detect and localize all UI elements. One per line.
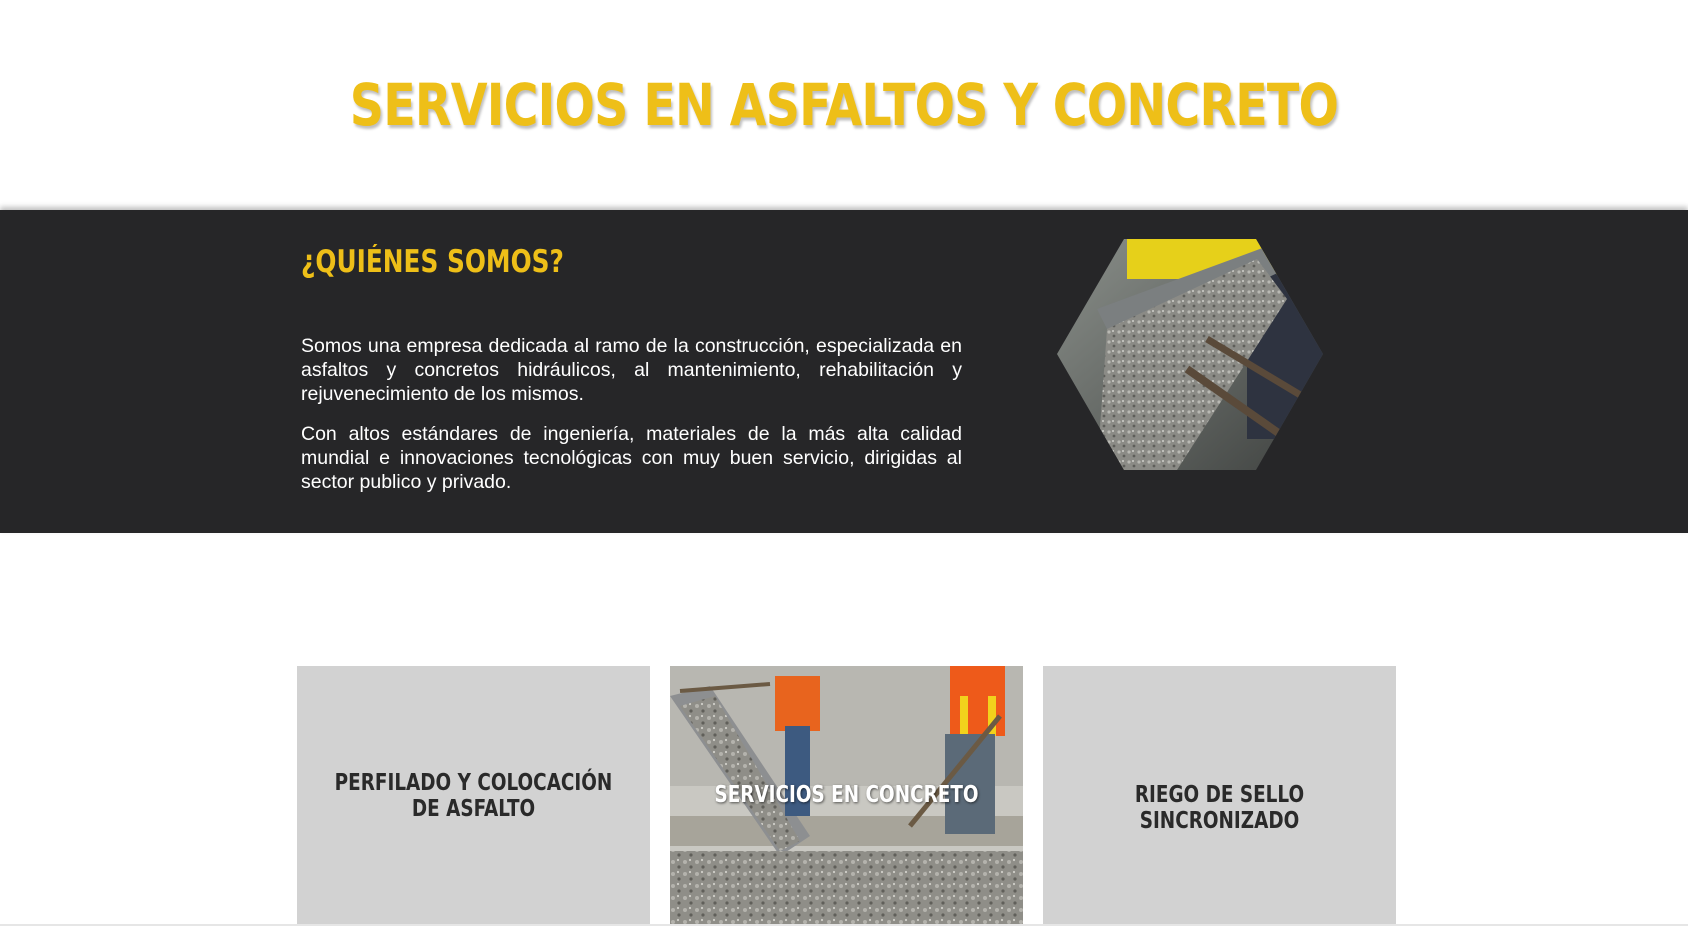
service-card-asphalt[interactable]: PERFILADO Y COLOCACIÓN DE ASFALTO	[297, 666, 650, 926]
page: SERVICIOS EN ASFALTOS Y CONCRETO ¿QUIÉNE…	[0, 0, 1688, 926]
service-card-seal[interactable]: RIEGO DE SELLO SINCRONIZADO	[1043, 666, 1396, 926]
page-title: SERVICIOS EN ASFALTOS Y CONCRETO	[349, 71, 1339, 139]
about-section: ¿QUIÉNES SOMOS? Somos una empresa dedica…	[0, 210, 1688, 533]
concrete-pour-hexagon-image	[1057, 239, 1323, 470]
about-heading: ¿QUIÉNES SOMOS?	[301, 244, 564, 280]
service-card-label: RIEGO DE SELLO SINCRONIZADO	[1134, 782, 1305, 834]
service-card-label: PERFILADO Y COLOCACIÓN DE ASFALTO	[334, 770, 613, 822]
about-paragraph: Somos una empresa dedicada al ramo de la…	[301, 335, 962, 405]
about-text: Somos una empresa dedicada al ramo de la…	[301, 334, 962, 510]
services-grid: PERFILADO Y COLOCACIÓN DE ASFALTO SERVIC…	[297, 666, 1397, 926]
about-paragraph: Con altos estándares de ingeniería, mate…	[301, 423, 962, 493]
service-card-label: SERVICIOS EN CONCRETO	[714, 782, 979, 808]
service-card-concrete[interactable]: SERVICIOS EN CONCRETO	[670, 666, 1023, 926]
